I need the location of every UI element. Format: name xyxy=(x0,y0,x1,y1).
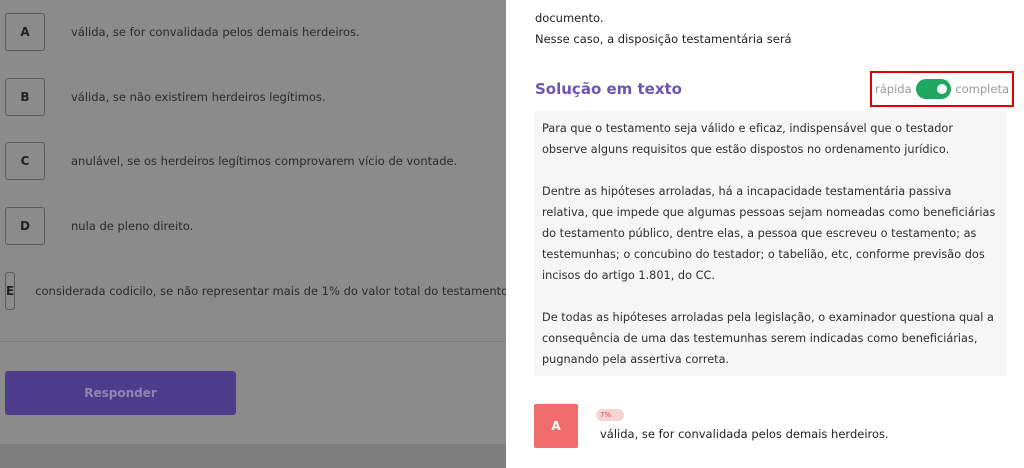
option-text[interactable]: considerada codicilo, se não representar… xyxy=(35,284,506,298)
solution-text-box: Para que o testamento seja válido e efic… xyxy=(535,111,1006,376)
answer-letter-badge: A xyxy=(534,404,578,448)
solution-paragraph: De todas as hipóteses arroladas pela leg… xyxy=(542,311,994,366)
option-d[interactable]: D nula de pleno direito. xyxy=(5,204,495,248)
statement-line: documento. xyxy=(535,11,604,25)
option-b[interactable]: B válida, se não existirem herdeiros leg… xyxy=(5,75,495,119)
toggle-label-complete[interactable]: completa xyxy=(955,82,1009,96)
divider xyxy=(0,341,506,342)
option-e[interactable]: E considerada codicilo, se não represent… xyxy=(5,269,506,313)
option-letter[interactable]: A xyxy=(5,13,45,51)
answer-percent-badge: 7% xyxy=(596,409,624,421)
solution-mode-toggle[interactable]: rápida completa xyxy=(870,71,1014,107)
question-panel: A válida, se for convalidada pelos demai… xyxy=(0,0,506,468)
option-letter[interactable]: E xyxy=(5,272,16,310)
solution-paragraph: Para que o testamento seja válido e efic… xyxy=(542,122,953,156)
toggle-knob xyxy=(937,84,948,94)
solution-title: Solução em texto xyxy=(535,80,682,98)
option-text[interactable]: anulável, se os herdeiros legítimos comp… xyxy=(71,154,457,168)
toggle-label-quick[interactable]: rápida xyxy=(875,82,912,96)
answer-text: válida, se for convalidada pelos demais … xyxy=(600,427,889,441)
option-text[interactable]: nula de pleno direito. xyxy=(71,219,193,233)
option-a[interactable]: A válida, se for convalidada pelos demai… xyxy=(5,10,495,54)
option-letter[interactable]: D xyxy=(5,207,45,245)
respond-button[interactable]: Responder xyxy=(5,371,236,415)
question-statement: documento. Nesse caso, a disposição test… xyxy=(535,8,792,50)
statement-line: Nesse caso, a disposição testamentária s… xyxy=(535,32,792,46)
solution-panel[interactable]: documento. Nesse caso, a disposição test… xyxy=(506,0,1024,468)
option-text[interactable]: válida, se não existirem herdeiros legít… xyxy=(71,90,326,104)
toggle-switch[interactable] xyxy=(915,79,952,99)
option-letter[interactable]: C xyxy=(5,142,45,180)
option-c[interactable]: C anulável, se os herdeiros legítimos co… xyxy=(5,139,495,183)
solution-paragraph: Dentre as hipóteses arroladas, há a inca… xyxy=(542,185,996,282)
footer-strip xyxy=(0,444,506,468)
option-letter[interactable]: B xyxy=(5,78,45,116)
option-text[interactable]: válida, se for convalidada pelos demais … xyxy=(71,25,360,39)
